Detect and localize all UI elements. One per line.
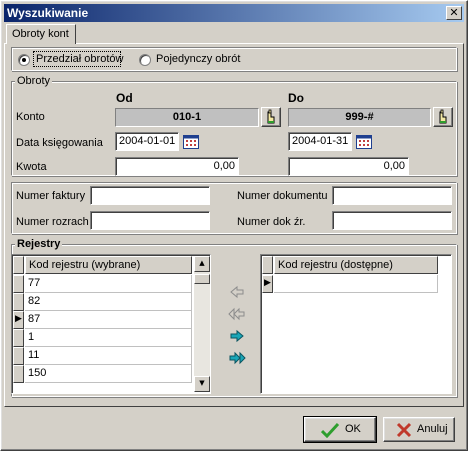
grid-corner	[262, 256, 273, 274]
available-registers-grid[interactable]: Kod rejestru (dostępne) ▶	[260, 254, 452, 394]
move-all-right-icon[interactable]	[227, 350, 247, 366]
selected-scrollbar[interactable]: ▲ ▼	[194, 256, 210, 392]
move-left-icon[interactable]	[227, 284, 247, 300]
tab-label: Obroty kont	[12, 28, 69, 40]
table-row[interactable]: 11	[25, 347, 192, 365]
radio-pojedynczy[interactable]	[139, 54, 151, 66]
ok-label: OK	[345, 423, 361, 435]
numer-rozrach-label: Numer rozrach	[16, 216, 89, 228]
row-indicator[interactable]: ▶	[262, 275, 273, 293]
to-header: Do	[288, 91, 304, 105]
data-from-input[interactable]: 2004-01-01	[115, 132, 179, 151]
cancel-button[interactable]: Anuluj	[383, 417, 455, 442]
numer-rozrach-input[interactable]	[90, 211, 210, 230]
move-right-icon[interactable]	[227, 328, 247, 344]
konto-from-picker-button[interactable]	[261, 107, 281, 127]
radio-pojedynczy-label[interactable]: Pojedynczy obrót	[156, 53, 240, 65]
konto-to-picker-button[interactable]	[433, 107, 453, 127]
table-row[interactable]: 77	[25, 275, 192, 293]
check-icon	[321, 422, 339, 438]
window-title: Wyszukiwanie	[7, 6, 89, 20]
from-header: Od	[116, 91, 133, 105]
hand-pointer-icon	[267, 109, 275, 124]
numer-dok-zr-input[interactable]	[332, 211, 452, 230]
kwota-to-input[interactable]: 0,00	[288, 157, 409, 176]
table-row[interactable]: 150	[25, 365, 192, 383]
numer-faktury-label: Numer faktury	[16, 190, 86, 202]
cancel-label: Anuluj	[417, 423, 448, 435]
radio-przedzial-label[interactable]: Przedział obrotów	[36, 53, 123, 65]
tab-obroty-kont[interactable]: Obroty kont	[6, 24, 76, 44]
close-button[interactable]: ✕	[446, 6, 462, 20]
row-indicator[interactable]	[13, 365, 24, 383]
row-indicator[interactable]	[13, 347, 24, 365]
available-column-header[interactable]: Kod rejestru (dostępne)	[274, 256, 438, 274]
selected-registers-grid[interactable]: Kod rejestru (wybrane) 77 82 ▶ 87 1 11 150 ▲ ▼	[11, 254, 211, 394]
current-row-icon: ▶	[15, 314, 22, 324]
selected-column-header[interactable]: Kod rejestru (wybrane)	[25, 256, 192, 274]
konto-from-field[interactable]: 010-1	[115, 108, 259, 127]
table-row[interactable]: 87	[25, 311, 192, 329]
data-to-input[interactable]: 2004-01-31	[288, 132, 352, 151]
move-all-left-icon[interactable]	[227, 306, 247, 322]
row-indicator[interactable]: ▶	[13, 311, 24, 329]
table-row[interactable]	[274, 275, 438, 293]
row-indicator[interactable]	[13, 293, 24, 311]
numer-dok-zr-label: Numer dok źr.	[237, 216, 306, 228]
hand-pointer-icon	[439, 109, 447, 124]
kwota-label: Kwota	[16, 161, 47, 173]
scroll-up-button[interactable]: ▲	[194, 256, 210, 272]
obroty-legend: Obroty	[15, 75, 53, 87]
konto-to-field[interactable]: 999-#	[288, 108, 431, 127]
table-row[interactable]: 1	[25, 329, 192, 347]
grid-corner	[13, 256, 24, 274]
search-dialog: Wyszukiwanie ✕ Obroty kont Przedział obr…	[0, 0, 468, 451]
calendar-icon[interactable]	[183, 135, 199, 149]
row-indicator[interactable]	[13, 329, 24, 347]
numer-dokumentu-input[interactable]	[332, 186, 452, 205]
row-indicator[interactable]	[13, 275, 24, 293]
data-ksiegowania-label: Data księgowania	[16, 137, 103, 149]
tab-panel: Przedział obrotów Pojedynczy obrót Obrot…	[4, 43, 464, 407]
numer-faktury-input[interactable]	[90, 186, 210, 205]
calendar-icon[interactable]	[356, 135, 372, 149]
table-row[interactable]: 82	[25, 293, 192, 311]
kwota-from-input[interactable]: 0,00	[115, 157, 239, 176]
rejestry-legend: Rejestry	[15, 238, 63, 250]
close-icon: ✕	[449, 6, 459, 19]
ok-button[interactable]: OK	[303, 416, 377, 443]
title-bar[interactable]: Wyszukiwanie ✕	[4, 4, 464, 22]
numer-dokumentu-label: Numer dokumentu	[237, 190, 328, 202]
konto-label: Konto	[16, 111, 45, 123]
cancel-x-icon	[396, 422, 412, 438]
current-row-icon: ▶	[264, 278, 271, 288]
scroll-thumb[interactable]	[194, 274, 210, 284]
scroll-down-button[interactable]: ▼	[194, 376, 210, 392]
radio-przedzial[interactable]	[18, 54, 30, 66]
